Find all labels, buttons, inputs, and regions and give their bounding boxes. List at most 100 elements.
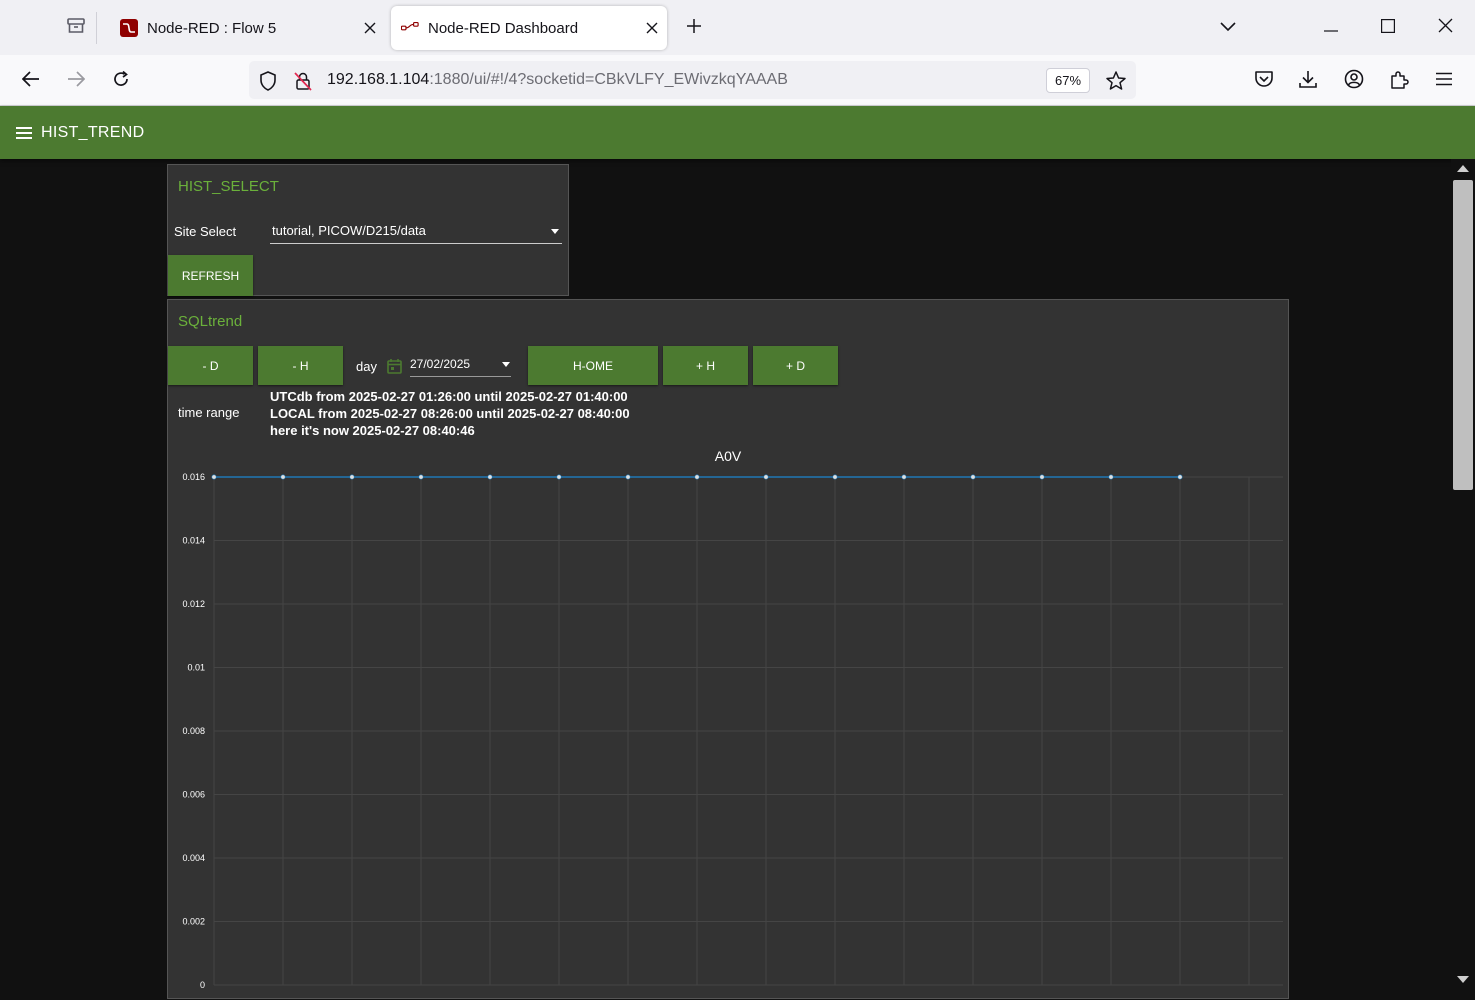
- y-tick-label: 0.006: [182, 790, 205, 800]
- plus-hour-button[interactable]: + H: [663, 346, 748, 385]
- zoom-level-button[interactable]: 67%: [1046, 68, 1090, 93]
- scroll-down-arrow-icon[interactable]: [1457, 976, 1469, 983]
- y-tick-label: 0.016: [182, 472, 205, 482]
- dashboard-toolbar: HIST_TREND: [0, 106, 1475, 159]
- list-all-tabs-button[interactable]: [1208, 10, 1248, 46]
- data-point: [763, 474, 769, 480]
- pocket-button[interactable]: [1248, 65, 1280, 97]
- hist-select-title: HIST_SELECT: [178, 178, 279, 195]
- maximize-window-button[interactable]: [1368, 10, 1408, 46]
- time-range-label: time range: [178, 405, 240, 420]
- forward-button[interactable]: [60, 65, 92, 97]
- time-range-info: UTCdb from 2025-02-27 01:26:00 until 202…: [270, 388, 630, 439]
- utc-range-text: UTCdb from 2025-02-27 01:26:00 until 202…: [270, 389, 628, 404]
- minimize-window-button[interactable]: [1311, 10, 1351, 46]
- sqltrend-title: SQLtrend: [178, 313, 243, 330]
- download-icon: [1298, 69, 1318, 94]
- arrow-left-icon: [21, 70, 40, 92]
- pocket-icon: [1254, 70, 1274, 93]
- bookmark-star-icon[interactable]: [1104, 69, 1128, 93]
- site-select-label: Site Select: [174, 224, 237, 239]
- tab-node-red-flow[interactable]: Node-RED : Flow 5: [110, 6, 385, 50]
- node-red-flow-favicon-icon: [401, 19, 419, 37]
- refresh-button[interactable]: REFRESH: [168, 255, 253, 296]
- account-icon: [1344, 69, 1364, 94]
- tab-title: Node-RED : Flow 5: [147, 19, 277, 37]
- downloads-button[interactable]: [1292, 65, 1324, 97]
- close-tab-icon[interactable]: [355, 22, 385, 34]
- plus-day-button[interactable]: + D: [753, 346, 838, 385]
- data-point: [211, 474, 217, 480]
- chart-title: A0V: [715, 448, 742, 464]
- scroll-up-arrow-icon[interactable]: [1457, 165, 1469, 172]
- current-time-text: here it's now 2025-02-27 08:40:46: [270, 423, 475, 438]
- new-tab-button[interactable]: [680, 14, 708, 42]
- browser-tab-bar: Node-RED : Flow 5 Node-RED Dashboard: [0, 0, 1475, 55]
- data-point: [1039, 474, 1045, 480]
- site-select-dropdown[interactable]: tutorial, PICOW/D215/data: [270, 220, 562, 244]
- close-tab-icon[interactable]: [637, 22, 667, 34]
- tab-node-red-dashboard[interactable]: Node-RED Dashboard: [391, 6, 667, 50]
- date-picker[interactable]: 27/02/2025: [410, 355, 511, 377]
- tab-overview-button[interactable]: [55, 12, 97, 44]
- arrow-right-icon: [67, 70, 86, 92]
- y-tick-label: 0.014: [182, 536, 205, 546]
- maximize-icon: [1381, 18, 1396, 38]
- dashboard-menu-icon[interactable]: [14, 123, 34, 143]
- page-scrollbar[interactable]: [1451, 159, 1475, 990]
- date-value: 27/02/2025: [410, 357, 471, 371]
- url-path: :1880/ui/#!/4?socketid=CBkVLFY_EWivzkqYA…: [429, 71, 788, 88]
- minimize-icon: [1324, 19, 1338, 37]
- hist-select-card: HIST_SELECT Site Select tutorial, PICOW/…: [167, 164, 569, 296]
- browser-nav-bar: 192.168.1.104:1880/ui/#!/4?socketid=CBkV…: [0, 55, 1475, 106]
- data-point: [1177, 474, 1183, 480]
- shield-icon[interactable]: [257, 70, 279, 92]
- minus-day-button[interactable]: - D: [168, 346, 253, 385]
- account-button[interactable]: [1338, 65, 1370, 97]
- reload-icon: [112, 70, 130, 93]
- local-range-text: LOCAL from 2025-02-27 08:26:00 until 202…: [270, 406, 630, 421]
- day-label: day: [356, 359, 377, 374]
- y-tick-label: 0.004: [182, 853, 205, 863]
- tab-title: Node-RED Dashboard: [428, 19, 579, 37]
- data-point: [556, 474, 562, 480]
- insecure-lock-icon[interactable]: [292, 70, 314, 92]
- data-point: [280, 474, 286, 480]
- site-select-value: tutorial, PICOW/D215/data: [272, 223, 426, 238]
- url-host: 192.168.1.104: [327, 71, 430, 88]
- close-window-button[interactable]: [1425, 10, 1465, 46]
- data-point: [901, 474, 907, 480]
- back-button[interactable]: [15, 65, 47, 97]
- dropdown-caret-icon: [502, 362, 510, 367]
- scrollbar-thumb[interactable]: [1453, 180, 1473, 490]
- app-menu-button[interactable]: [1428, 65, 1460, 97]
- minus-hour-button[interactable]: - H: [258, 346, 343, 385]
- extensions-button[interactable]: [1383, 65, 1415, 97]
- data-point: [1108, 474, 1114, 480]
- y-tick-label: 0.008: [182, 726, 205, 736]
- y-tick-label: 0.002: [182, 917, 205, 927]
- trend-chart: A0V 0 0.002 0.004 0.006 0.008 0.01 0.012 0.014 0.…: [182, 448, 1283, 990]
- node-red-favicon-icon: [120, 19, 138, 37]
- dropdown-caret-icon: [551, 229, 559, 234]
- plus-icon: [686, 18, 702, 39]
- data-point: [418, 474, 424, 480]
- data-point: [694, 474, 700, 480]
- y-tick-label: 0.012: [182, 599, 205, 609]
- calendar-icon[interactable]: [387, 358, 402, 379]
- sqltrend-card: SQLtrend - D - H day 27/02/2025 H-OME + …: [167, 299, 1289, 999]
- reload-button[interactable]: [105, 65, 137, 97]
- data-point: [487, 474, 493, 480]
- home-button[interactable]: H-OME: [528, 346, 658, 385]
- data-point: [625, 474, 631, 480]
- address-bar[interactable]: 192.168.1.104:1880/ui/#!/4?socketid=CBkV…: [249, 61, 1136, 99]
- y-tick-label: 0.01: [187, 663, 205, 673]
- close-icon: [1438, 18, 1453, 38]
- dashboard-title: HIST_TREND: [41, 124, 145, 141]
- data-point: [349, 474, 355, 480]
- y-tick-label: 0: [200, 980, 205, 990]
- data-point: [832, 474, 838, 480]
- puzzle-piece-icon: [1389, 69, 1409, 94]
- url-text: 192.168.1.104:1880/ui/#!/4?socketid=CBkV…: [327, 71, 788, 89]
- data-point: [970, 474, 976, 480]
